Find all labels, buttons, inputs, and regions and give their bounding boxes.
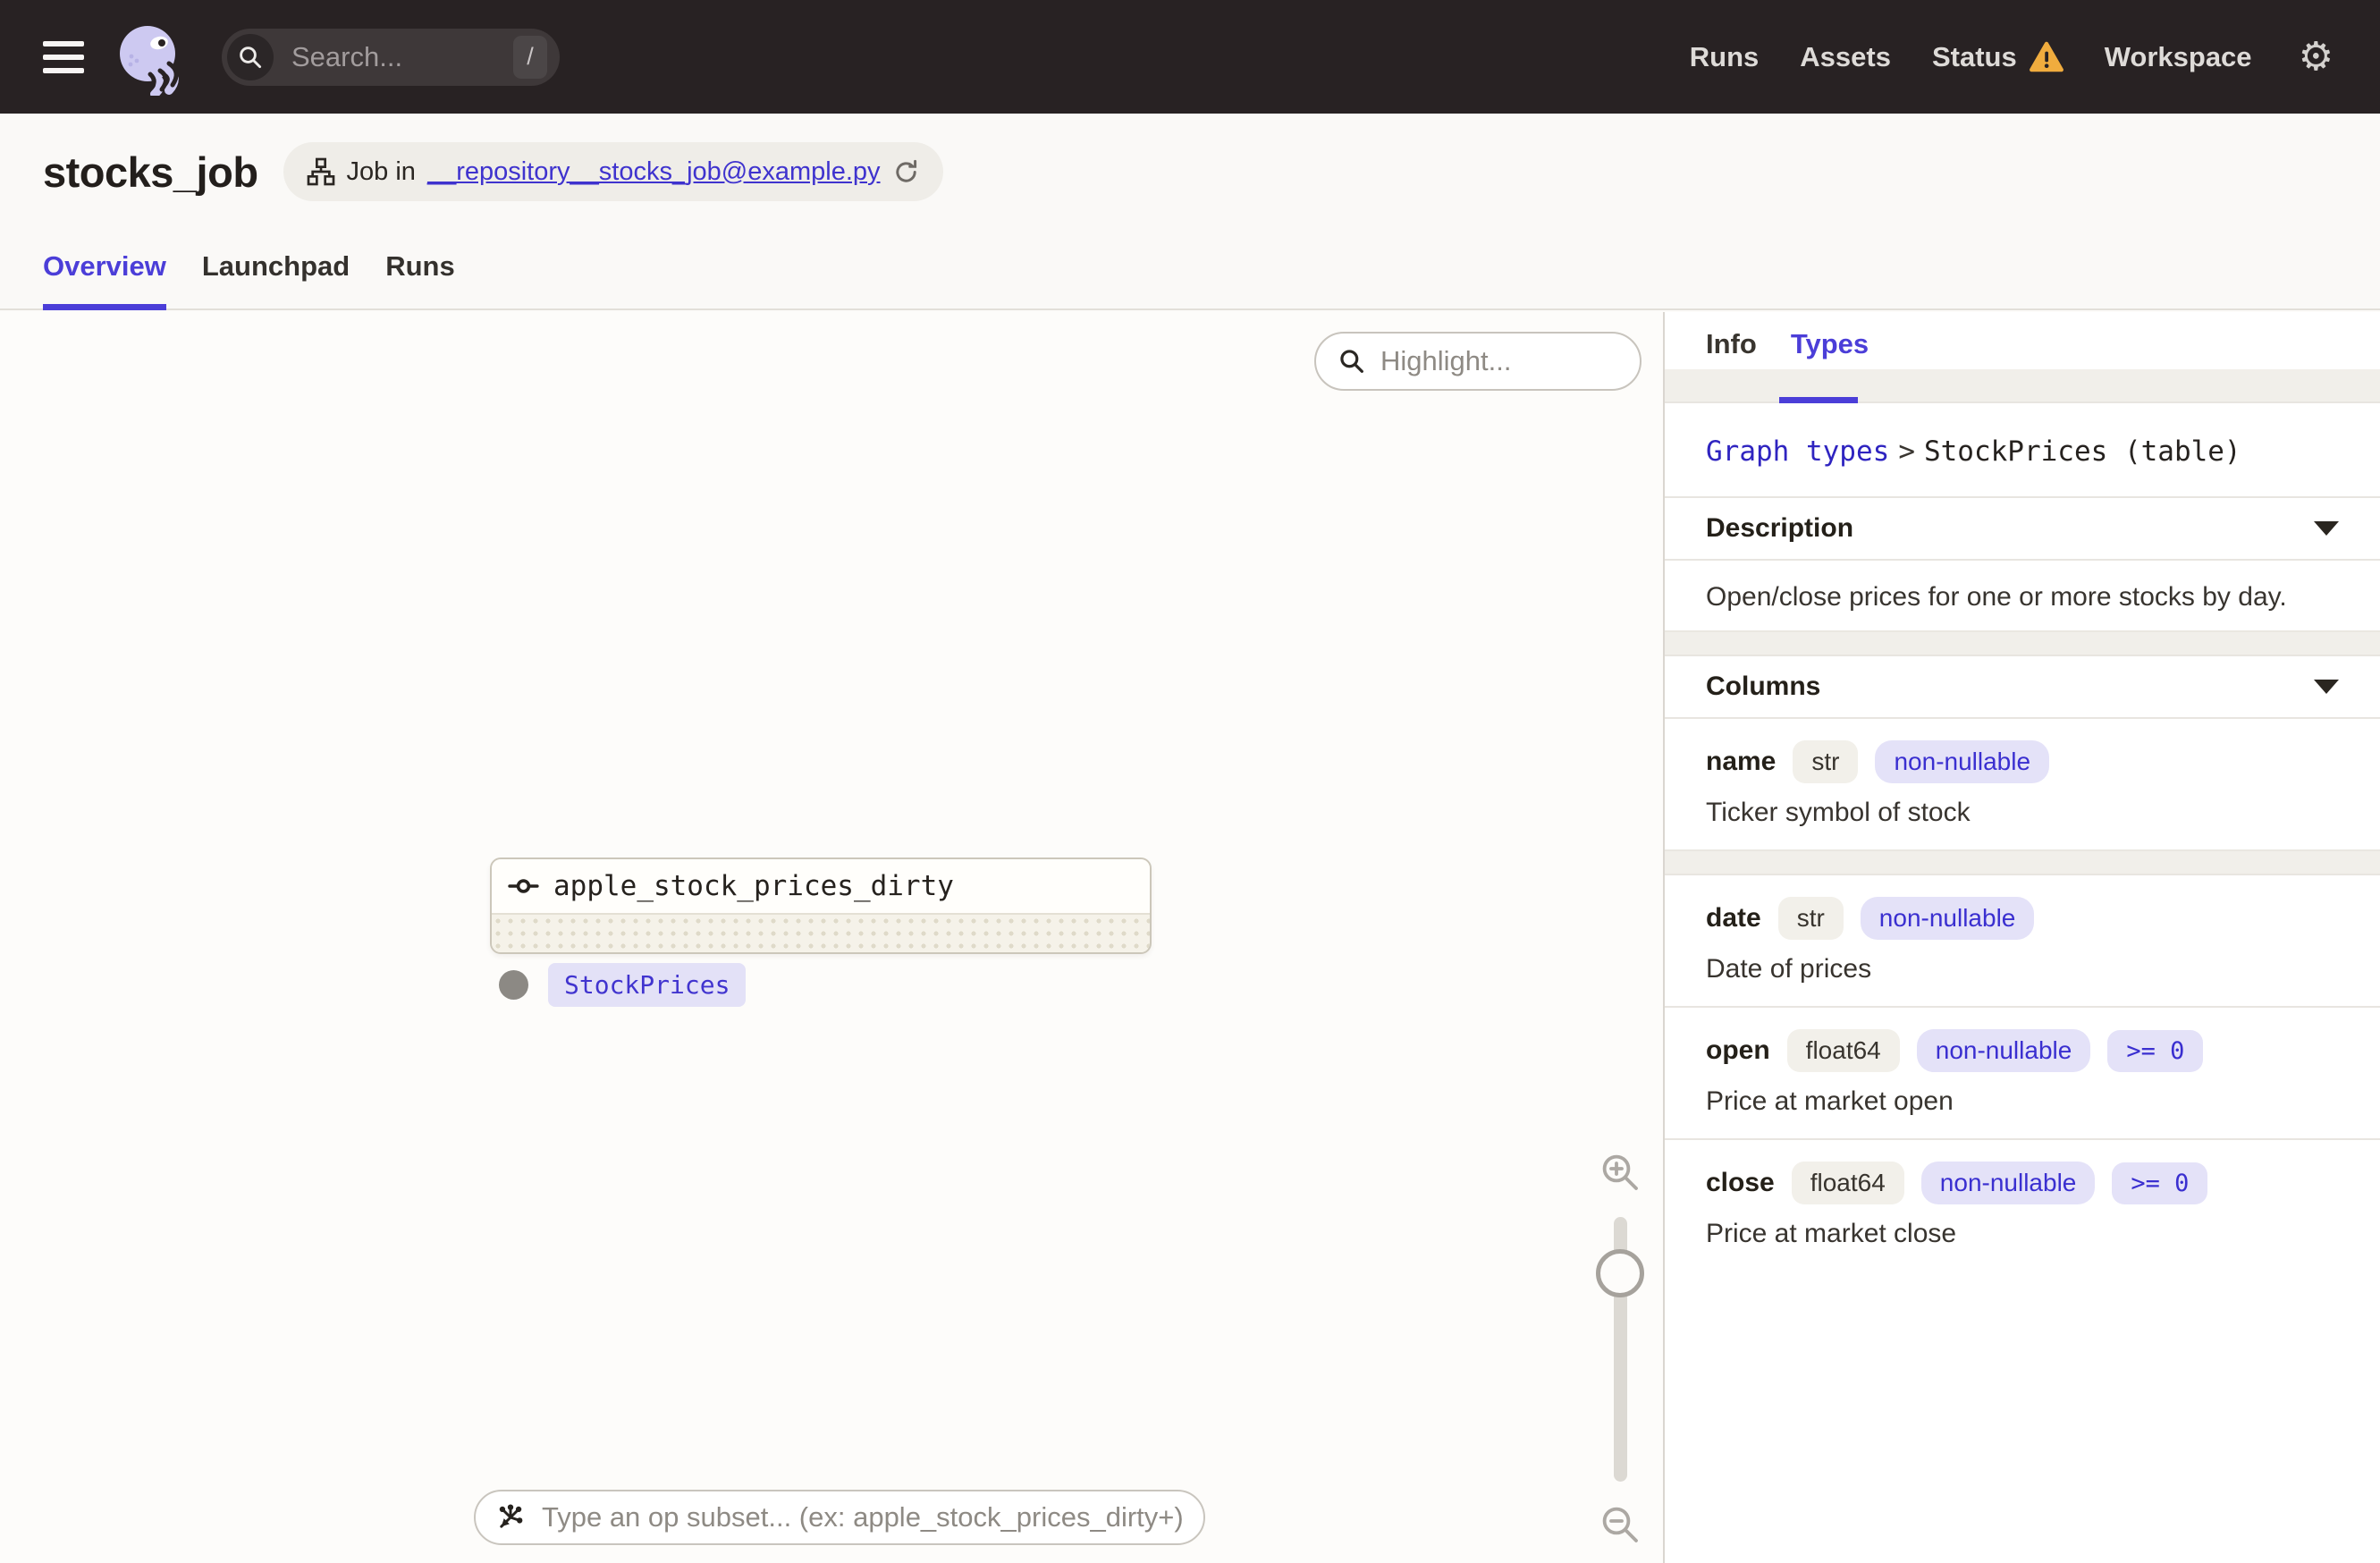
columns-section-header[interactable]: Columns: [1665, 656, 2380, 717]
column-row-open: open float64 non-nullable >= 0 Price at …: [1665, 1008, 2380, 1138]
column-description: Ticker symbol of stock: [1706, 798, 1971, 827]
panel-tabs: Info Types: [1665, 312, 2380, 369]
section-gap-strip: [1665, 630, 2380, 656]
search-input[interactable]: [291, 40, 513, 73]
nav-link-assets[interactable]: Assets: [1800, 41, 1891, 73]
op-output-row: StockPrices: [499, 963, 747, 1007]
search-icon: [1340, 350, 1363, 373]
gear-icon[interactable]: ⚙: [2299, 37, 2334, 77]
job-file-link[interactable]: __repository__stocks_job@example.py: [427, 157, 881, 187]
job-badge-prefix: Job in: [346, 156, 416, 186]
global-search[interactable]: /: [222, 28, 560, 86]
refresh-icon[interactable]: [892, 158, 920, 186]
op-subset-filter[interactable]: [474, 1490, 1205, 1545]
highlight-search[interactable]: [1314, 332, 1642, 391]
warning-triangle-icon: [2029, 41, 2064, 72]
column-name: open: [1706, 1035, 1770, 1065]
description-title: Description: [1706, 513, 1854, 543]
nullability-badge: non-nullable: [1920, 1162, 2096, 1204]
op-selector-icon: [499, 1504, 523, 1528]
op-io-icon: [508, 879, 539, 893]
column-description: Date of prices: [1706, 954, 1872, 984]
slash-shortcut-key: /: [513, 35, 547, 79]
zoom-slider-knob[interactable]: [1596, 1249, 1644, 1297]
op-node-apple-stock-prices-dirty[interactable]: apple_stock_prices_dirty: [490, 858, 1152, 954]
job-tabs: Overview Launchpad Runs: [43, 250, 455, 310]
job-origin-badge: Job in __repository__stocks_job@example.…: [283, 142, 943, 201]
type-detail-panel: Info Types Graph types > StockPrices (tabl…: [1663, 312, 2380, 1563]
chevron-down-icon[interactable]: [2314, 521, 2339, 536]
constraint-badge: >= 0: [2112, 1162, 2208, 1204]
chevron-down-icon[interactable]: [2314, 680, 2339, 694]
column-row-close: close float64 non-nullable >= 0 Price at…: [1665, 1140, 2380, 1271]
tab-runs[interactable]: Runs: [385, 250, 455, 310]
nullability-badge: non-nullable: [1860, 897, 2035, 940]
panel-tab-types[interactable]: Types: [1791, 328, 1869, 360]
constraint-badge: >= 0: [2107, 1029, 2204, 1072]
output-handle-dot: [499, 970, 528, 1000]
menu-icon[interactable]: [43, 40, 84, 73]
op-subset-input[interactable]: [542, 1501, 1184, 1533]
active-tab-underline: [1779, 397, 1858, 403]
nullability-badge: non-nullable: [1916, 1029, 2091, 1072]
section-gap-strip: [1665, 849, 2380, 875]
page-header: stocks_job Job in __repository__stocks_j…: [0, 114, 2380, 310]
highlight-input[interactable]: [1380, 345, 1618, 377]
output-type-tag[interactable]: StockPrices: [548, 963, 747, 1007]
column-name: close: [1706, 1168, 1775, 1197]
nullability-badge: non-nullable: [1875, 740, 2050, 783]
type-badge: str: [1793, 740, 1859, 783]
zoom-control: [1584, 1151, 1656, 1546]
panel-tab-info[interactable]: Info: [1706, 328, 1757, 360]
op-node-body: [492, 915, 1150, 952]
panel-tab-bar-strip: [1665, 369, 2380, 403]
type-badge: float64: [1791, 1162, 1904, 1204]
zoom-slider-track[interactable]: [1596, 1217, 1644, 1482]
breadcrumb-separator: >: [1898, 435, 1915, 468]
top-nav: / Runs Assets Status Workspace ⚙: [0, 0, 2380, 114]
nav-link-status[interactable]: Status: [1932, 41, 2064, 73]
zoom-out-icon[interactable]: [1599, 1503, 1642, 1546]
column-description: Price at market close: [1706, 1219, 1957, 1248]
column-row-name: name str non-nullable Ticker symbol of s…: [1665, 719, 2380, 849]
description-body: Open/close prices for one or more stocks…: [1706, 582, 2287, 612]
graph-icon: [307, 157, 334, 186]
column-row-date: date str non-nullable Date of prices: [1665, 875, 2380, 1006]
type-badge: float64: [1786, 1029, 1900, 1072]
columns-title: Columns: [1706, 672, 1821, 701]
search-icon: [227, 33, 274, 80]
column-description: Price at market open: [1706, 1086, 1954, 1116]
column-name: name: [1706, 747, 1777, 776]
nav-link-workspace[interactable]: Workspace: [2105, 41, 2252, 73]
page-title: stocks_job: [43, 148, 258, 196]
op-graph-canvas[interactable]: apple_stock_prices_dirty StockPrices: [0, 312, 1663, 1563]
tab-overview[interactable]: Overview: [43, 250, 166, 310]
op-node-title: apple_stock_prices_dirty: [553, 870, 954, 902]
breadcrumb: Graph types > StockPrices (table): [1665, 403, 2380, 496]
breadcrumb-current: StockPrices (table): [1923, 435, 2241, 468]
dagster-logo-icon[interactable]: [111, 19, 188, 98]
breadcrumb-link-graph-types[interactable]: Graph types: [1706, 435, 1889, 468]
nav-link-runs[interactable]: Runs: [1690, 41, 1760, 73]
column-name: date: [1706, 903, 1761, 933]
description-section-header[interactable]: Description: [1665, 498, 2380, 559]
type-badge: str: [1777, 897, 1844, 940]
zoom-in-icon[interactable]: [1599, 1151, 1642, 1194]
tab-launchpad[interactable]: Launchpad: [202, 250, 350, 310]
